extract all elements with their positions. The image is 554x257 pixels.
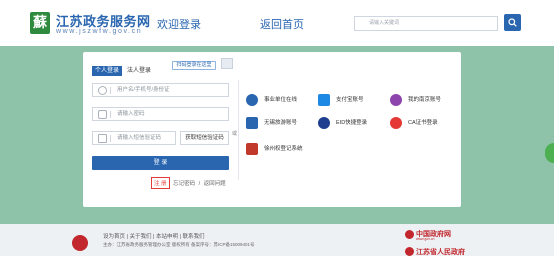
- site-url: www.jszwfw.gov.cn: [56, 28, 143, 35]
- option-label: 支付宝账号: [336, 97, 364, 103]
- tab-legal-login[interactable]: 法人登录: [124, 66, 154, 76]
- option-nanjing[interactable]: 我的南京账号: [390, 93, 441, 107]
- sms-placeholder: 请输入短信验证码: [117, 135, 162, 141]
- option-label: 徐州权登记系统: [264, 146, 303, 152]
- alipay-icon: [318, 94, 330, 106]
- option-label: EID快捷登录: [336, 120, 368, 126]
- search-input[interactable]: 请输入关键词: [354, 16, 498, 31]
- password-placeholder: 请输入密码: [117, 111, 145, 117]
- vertical-divider: [238, 80, 239, 180]
- qr-code-icon[interactable]: [221, 58, 233, 69]
- option-public-institution[interactable]: 事业单位在线: [246, 93, 297, 107]
- sms-icon: [98, 134, 107, 143]
- option-wuxi[interactable]: 无锡旅游账号: [246, 116, 297, 130]
- ca-icon: [390, 117, 402, 129]
- password-field[interactable]: 请输入密码: [92, 107, 229, 121]
- footer-host-info: 主办：江苏省政务服务管理办公室 版权所有 备案序号：苏ICP备15009401号: [103, 242, 255, 247]
- footer-links[interactable]: 设为首页 | 关于我们 | 本站申明 | 联系我们: [103, 232, 204, 240]
- field-divider: [110, 111, 111, 118]
- nanjing-icon: [390, 94, 402, 106]
- option-label: CA证书登录: [408, 120, 438, 126]
- side-feedback-tab[interactable]: [545, 143, 554, 163]
- eid-icon: [318, 117, 330, 129]
- option-ca-cert[interactable]: CA证书登录: [390, 116, 438, 130]
- emblem-icon: [72, 235, 88, 251]
- field-divider: [110, 135, 111, 142]
- xuzhou-icon: [246, 143, 258, 155]
- option-alipay[interactable]: 支付宝账号: [318, 93, 364, 107]
- building-icon: [246, 94, 258, 106]
- option-xuzhou[interactable]: 徐州权登记系统: [246, 142, 303, 156]
- wuxi-icon: [246, 117, 258, 129]
- username-field[interactable]: 用户名/手机号/身份证: [92, 83, 229, 97]
- option-label: 事业单位在线: [264, 97, 298, 103]
- site-logo-icon[interactable]: 蘇: [30, 12, 50, 34]
- sms-code-field[interactable]: 请输入短信验证码: [92, 131, 176, 145]
- option-eid[interactable]: EID快捷登录: [318, 116, 367, 130]
- option-label: 无锡旅游账号: [264, 120, 298, 126]
- search-button[interactable]: [504, 14, 521, 31]
- or-label: 或: [232, 131, 238, 137]
- qr-login-link[interactable]: 扫码登录在这里: [172, 61, 216, 70]
- nav-back-home-link[interactable]: 返回首页: [260, 16, 304, 32]
- forgot-password-link[interactable]: 忘记密码: [173, 181, 195, 187]
- gov-emblem-icon: [405, 230, 414, 239]
- back-question-link[interactable]: 返回问题: [204, 181, 226, 187]
- search-icon: [508, 18, 517, 27]
- login-button[interactable]: 登 录: [92, 156, 229, 170]
- login-links: 注 册 忘记密码 / 返回问题: [151, 177, 228, 189]
- field-divider: [110, 87, 111, 94]
- nav-welcome-login: 欢迎登录: [157, 19, 201, 31]
- js-emblem-icon: [405, 247, 414, 256]
- user-icon: [98, 86, 107, 95]
- tab-person-login[interactable]: 个人登录: [92, 66, 122, 76]
- gov-cn-url: www.gov.cn: [416, 237, 435, 241]
- lock-icon: [98, 110, 107, 119]
- header-bar: 蘇 江苏政务服务网 www.jszwfw.gov.cn 欢迎登录 返回首页 请输…: [0, 0, 554, 46]
- username-placeholder: 用户名/手机号/身份证: [117, 87, 170, 93]
- register-link[interactable]: 注 册: [151, 177, 170, 189]
- get-sms-code-button[interactable]: 获取短信验证码: [180, 131, 229, 145]
- option-label: 我的南京账号: [408, 97, 442, 103]
- link-separator: /: [198, 181, 201, 187]
